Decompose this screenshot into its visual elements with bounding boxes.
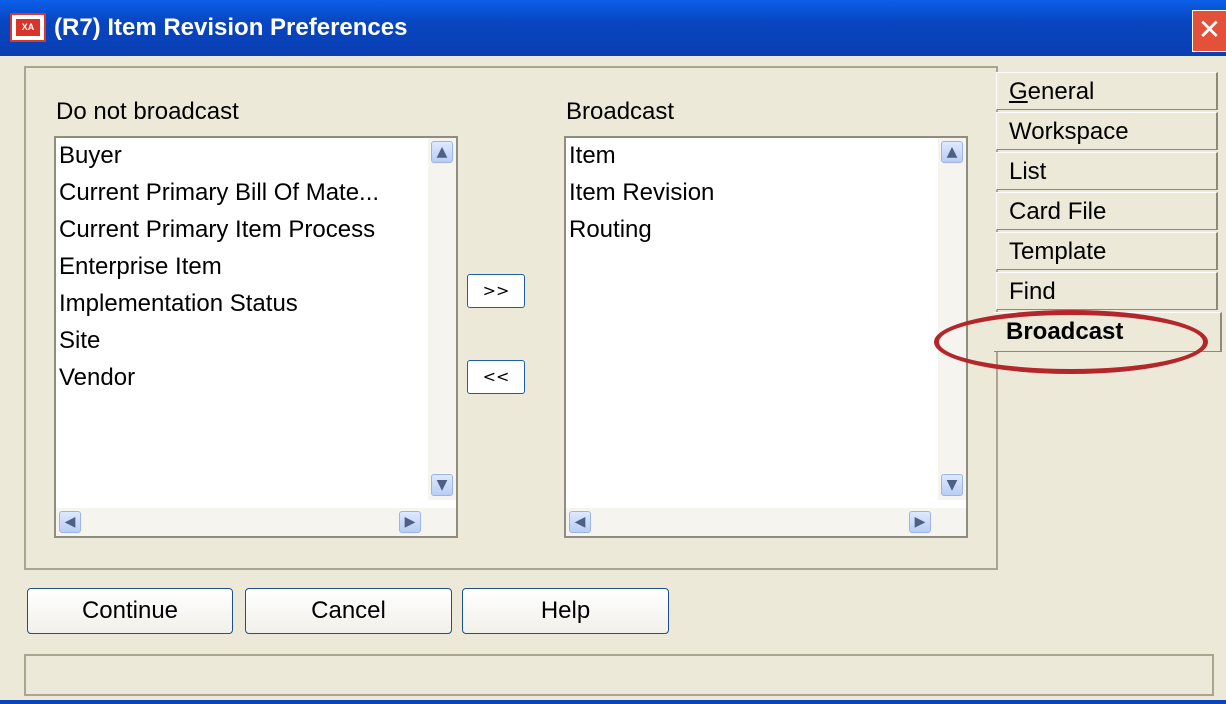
tab-template-label: Template [1009, 238, 1107, 265]
scroll-down-icon[interactable]: ▼ [431, 474, 453, 496]
list-item[interactable]: Item [569, 138, 616, 174]
scroll-up-icon[interactable]: ▲ [941, 141, 963, 163]
scroll-down-icon[interactable]: ▼ [941, 474, 963, 496]
tab-find-label: Find [1009, 278, 1056, 305]
vertical-scrollbar[interactable]: ▲ ▼ [428, 138, 456, 500]
list-item[interactable]: Site [59, 323, 100, 359]
list-item[interactable]: Routing [569, 212, 652, 248]
window-bottom-border [0, 700, 1226, 704]
horizontal-scrollbar[interactable]: ◀ ▶ [56, 508, 456, 536]
add-to-broadcast-button[interactable]: >> [467, 274, 525, 308]
tab-broadcast-label: Broadcast [1006, 318, 1124, 345]
close-icon: ✕ [1197, 13, 1222, 46]
status-bar [24, 654, 1214, 696]
list-item[interactable]: Implementation Status [59, 286, 298, 322]
window-title: (R7) Item Revision Preferences [54, 14, 408, 41]
scroll-right-icon[interactable]: ▶ [399, 511, 421, 533]
do-not-broadcast-list[interactable]: Buyer Current Primary Bill Of Mate... Cu… [54, 136, 458, 538]
scroll-left-icon[interactable]: ◀ [59, 511, 81, 533]
tab-list[interactable]: List [996, 152, 1218, 190]
tab-general-label: eneral [1027, 78, 1095, 105]
tab-list-label: List [1009, 158, 1047, 185]
cancel-button[interactable]: Cancel [245, 588, 452, 634]
tab-general-mnemonic: G [1009, 78, 1028, 105]
list-item[interactable]: Item Revision [569, 175, 714, 211]
remove-from-broadcast-button[interactable]: << [467, 360, 525, 394]
vertical-scrollbar[interactable]: ▲ ▼ [938, 138, 966, 500]
tab-card-file-label: Card File [1009, 198, 1107, 225]
list-item[interactable]: Current Primary Item Process [59, 212, 375, 248]
help-button[interactable]: Help [462, 588, 669, 634]
app-icon-glyph: XA [16, 19, 40, 36]
horizontal-scrollbar[interactable]: ◀ ▶ [566, 508, 966, 536]
tab-broadcast[interactable]: Broadcast [994, 312, 1222, 352]
list-item[interactable]: Current Primary Bill Of Mate... [59, 175, 379, 211]
scroll-up-icon[interactable]: ▲ [431, 141, 453, 163]
tab-card-file[interactable]: Card File [996, 192, 1218, 230]
list-item[interactable]: Vendor [59, 360, 135, 396]
continue-button[interactable]: Continue [27, 588, 233, 634]
list-item[interactable]: Buyer [59, 138, 122, 174]
broadcast-list[interactable]: Item Item Revision Routing ▲ ▼ ◀ ▶ [564, 136, 968, 538]
tab-workspace[interactable]: Workspace [996, 112, 1218, 150]
tab-find[interactable]: Find [996, 272, 1218, 310]
dialog-window: XA (R7) Item Revision Preferences ✕ Do n… [0, 0, 1226, 704]
broadcast-label: Broadcast [566, 98, 675, 125]
do-not-broadcast-label: Do not broadcast [56, 98, 239, 125]
tab-template[interactable]: Template [996, 232, 1218, 270]
tab-workspace-label: Workspace [1009, 118, 1129, 145]
list-item[interactable]: Enterprise Item [59, 249, 222, 285]
close-button[interactable]: ✕ [1192, 10, 1226, 52]
scroll-right-icon[interactable]: ▶ [909, 511, 931, 533]
app-icon: XA [10, 13, 46, 42]
title-bar: XA (R7) Item Revision Preferences ✕ [0, 0, 1226, 56]
scroll-left-icon[interactable]: ◀ [569, 511, 591, 533]
tab-general[interactable]: General [996, 72, 1218, 110]
